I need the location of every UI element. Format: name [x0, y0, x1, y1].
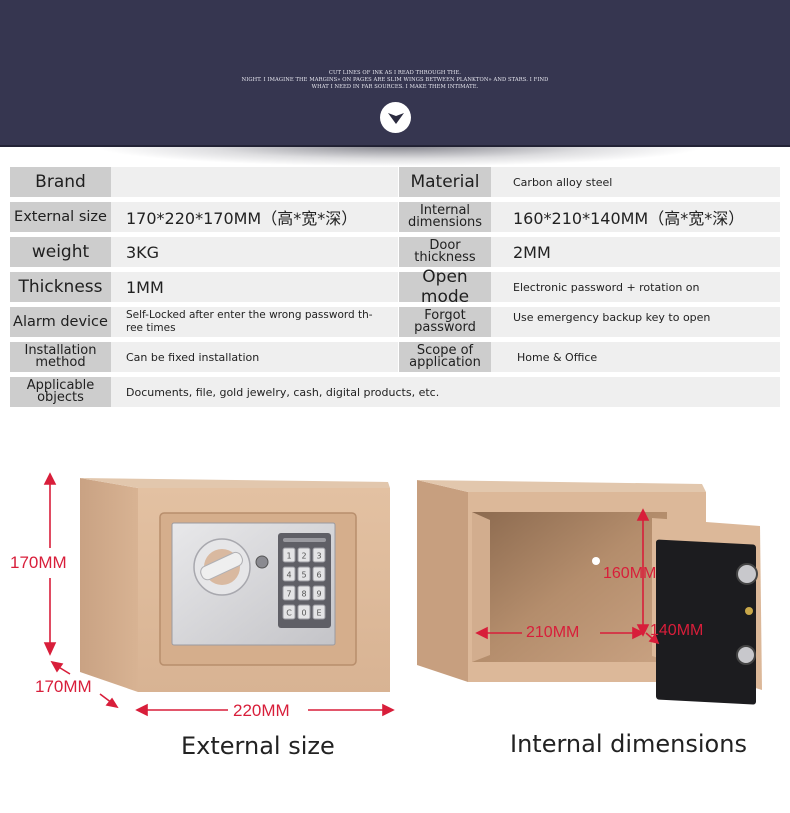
- spec-row: Alarm device Self-Locked after enter the…: [10, 307, 780, 337]
- external-depth-label: 170MM: [35, 677, 92, 696]
- header-line: NIGHT. I IMAGINE THE MARGINS» ON PAGES A…: [241, 77, 549, 83]
- label-line: dimensions: [407, 215, 483, 230]
- arrowhead-right: [382, 703, 395, 717]
- header-line: WHAT I NEED IN FAR SOURCES. I MAKE THEM …: [311, 84, 479, 90]
- internal-dimensions-caption: Internal dimensions: [510, 730, 747, 758]
- header-line: CUT LINES OF INK AS I READ THROUGH THE.: [328, 70, 462, 76]
- external-width-label: 220MM: [233, 701, 290, 720]
- internal-height-label: 160MM: [603, 565, 657, 582]
- spec-label-external-size: External size: [10, 202, 111, 232]
- external-height-label: 170MM: [10, 553, 67, 572]
- spec-label-applicable-objects: Applicable objects: [10, 377, 111, 407]
- scroll-down-button[interactable]: [380, 102, 411, 133]
- internal-dimension-arrows: [475, 508, 660, 645]
- spec-value-applicable-objects: Documents, file, gold jewelry, cash, dig…: [111, 377, 780, 407]
- arrowhead-left: [135, 703, 148, 717]
- label-line: objects: [37, 390, 84, 405]
- spec-value-brand: [111, 167, 398, 197]
- arrowhead-up: [636, 508, 650, 521]
- spec-value-scope-of-application: Home & Office: [491, 342, 780, 372]
- spec-value-external-size: 170*220*170MM（高*宽*深）: [111, 202, 398, 232]
- header-shadow: [100, 146, 700, 166]
- spec-value-installation-method: Can be fixed installation: [111, 342, 398, 372]
- spec-value-internal-dimensions: 160*210*140MM（高*宽*深）: [491, 202, 780, 232]
- spec-label-weight: weight: [10, 237, 111, 267]
- header-poem: CUT LINES OF INK AS I READ THROUGH THE. …: [0, 70, 790, 91]
- spec-value-thickness: 1MM: [111, 272, 398, 302]
- label-line: password: [414, 320, 476, 335]
- spec-value-alarm-device: Self-Locked after enter the wrong passwo…: [111, 307, 398, 337]
- label-line: application: [409, 355, 481, 370]
- spec-label-installation-method: Installation method: [10, 342, 111, 372]
- spec-row: Applicable objects Documents, file, gold…: [10, 377, 780, 407]
- spec-label-open-mode: Open mode: [399, 267, 491, 307]
- spec-label-thickness: Thickness: [10, 272, 111, 302]
- spec-value-weight: 3KG: [111, 237, 398, 267]
- spec-row: Installation method Can be fixed install…: [10, 342, 780, 372]
- value-line: Self-Locked after enter the wrong passwo…: [126, 309, 373, 321]
- internal-width-label: 210MM: [526, 624, 580, 641]
- external-size-caption: External size: [181, 732, 335, 760]
- internal-depth-label: 140MM: [650, 622, 704, 639]
- spec-value-material: Carbon alloy steel: [491, 167, 780, 197]
- spec-label-alarm-device: Alarm device: [10, 307, 111, 337]
- label-line: thickness: [414, 250, 476, 265]
- external-view: 123456789C0E 170MM 170MM 220MM External …: [0, 460, 400, 760]
- spec-row: weight 3KG Door thickness 2MM: [10, 237, 780, 267]
- spec-value-forgot-password: Use emergency backup key to open: [491, 307, 780, 337]
- arrowhead-back: [50, 660, 64, 673]
- spec-label-brand: Brand: [10, 167, 111, 197]
- spec-row: Thickness 1MM Open mode Electronic passw…: [10, 267, 780, 307]
- label-line: method: [35, 355, 86, 370]
- value-line: ree times: [126, 322, 176, 334]
- spec-label-door-thickness: Door thickness: [399, 237, 491, 267]
- spec-value-door-thickness: 2MM: [491, 237, 780, 267]
- internal-view: 160MM 210MM 140MM Internal dimensions: [400, 460, 790, 760]
- spec-row: Brand Material Carbon alloy steel: [10, 167, 780, 197]
- spec-label-forgot-password: Forgot password: [399, 307, 491, 337]
- arrowhead-up: [43, 472, 57, 485]
- chevron-down-icon: [387, 112, 404, 124]
- spec-label-internal-dimensions: Internal dimensions: [399, 202, 491, 232]
- spec-value-open-mode: Electronic password + rotation on: [491, 272, 780, 302]
- arrowhead-down: [43, 642, 57, 656]
- spec-label-scope-of-application: Scope of application: [399, 342, 491, 372]
- arrowhead-left: [475, 626, 488, 640]
- spec-row: External size 170*220*170MM（高*宽*深） Inter…: [10, 202, 780, 232]
- spec-label-material: Material: [399, 167, 491, 197]
- header-banner: CUT LINES OF INK AS I READ THROUGH THE. …: [0, 0, 790, 147]
